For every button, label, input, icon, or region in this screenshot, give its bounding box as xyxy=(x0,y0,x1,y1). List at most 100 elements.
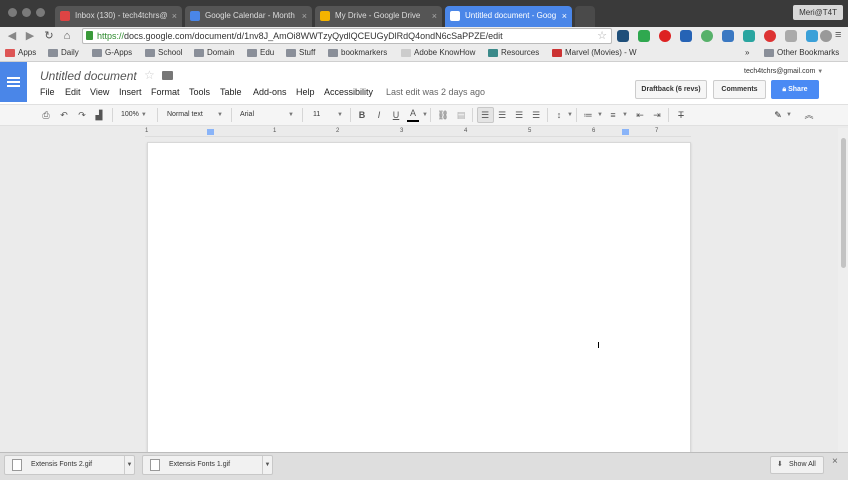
chevron-down-icon[interactable]: ▼ xyxy=(786,112,792,118)
drive-extension-icon[interactable] xyxy=(638,30,650,42)
menu-help[interactable]: Help xyxy=(296,87,315,97)
align-center-icon[interactable]: ☰ xyxy=(496,108,508,122)
reload-icon[interactable]: ↻ xyxy=(42,29,56,43)
paragraph-style-select[interactable]: Normal text ▼ xyxy=(167,108,227,122)
profile-button[interactable]: Meri@T4T xyxy=(793,5,843,20)
home-icon[interactable]: ⌂ xyxy=(60,29,74,43)
pinterest-icon[interactable] xyxy=(659,30,671,42)
docs-home-icon[interactable] xyxy=(0,62,27,102)
chevron-down-icon[interactable]: ▼ xyxy=(124,456,134,474)
menu-edit[interactable]: Edit xyxy=(65,87,81,97)
minimize-window-icon[interactable] xyxy=(22,8,31,17)
menu-add-ons[interactable]: Add-ons xyxy=(253,87,287,97)
align-left-icon[interactable]: ☰ xyxy=(479,108,491,122)
menu-file[interactable]: File xyxy=(40,87,55,97)
bookmark-domain[interactable]: Domain xyxy=(194,46,235,60)
document-page[interactable] xyxy=(147,142,691,460)
forward-icon[interactable]: ▶ xyxy=(23,29,37,43)
paint-format-icon[interactable]: ▟ xyxy=(93,108,105,122)
clear-formatting-icon[interactable]: T xyxy=(675,108,687,122)
bookmark-g-apps[interactable]: G-Apps xyxy=(92,46,132,60)
new-tab-button[interactable] xyxy=(575,6,595,27)
bookmark-resources[interactable]: Resources xyxy=(488,46,539,60)
chevron-down-icon[interactable]: ▼ xyxy=(422,112,428,118)
justify-icon[interactable]: ☰ xyxy=(530,108,542,122)
bookmark-star-icon[interactable]: ☆ xyxy=(597,29,607,43)
ruler[interactable]: 1 1 2 3 4 5 6 7 xyxy=(145,128,691,137)
bulleted-list-icon[interactable]: ≡ xyxy=(607,108,619,122)
close-tab-icon[interactable]: × xyxy=(172,6,177,26)
left-indent-marker[interactable] xyxy=(207,129,214,135)
link-icon[interactable]: ⛓ xyxy=(437,108,449,122)
chevron-down-icon[interactable]: ▼ xyxy=(597,112,603,118)
bookmark-bookmarkers[interactable]: bookmarkers xyxy=(328,46,387,60)
close-tab-icon[interactable]: × xyxy=(302,6,307,26)
bookmark-marvel[interactable]: Marvel (Movies) - W xyxy=(552,46,642,60)
bold-button[interactable]: B xyxy=(356,108,368,122)
bookmarks-overflow[interactable]: » xyxy=(745,46,749,60)
text-color-button[interactable]: A xyxy=(407,108,419,122)
star-icon[interactable]: ☆ xyxy=(144,68,155,82)
scrollbar-thumb[interactable] xyxy=(841,138,846,268)
bookmark-stuff[interactable]: Stuff xyxy=(286,46,315,60)
redo-icon[interactable]: ↷ xyxy=(76,108,88,122)
maximize-window-icon[interactable] xyxy=(36,8,45,17)
chevron-down-icon[interactable]: ▼ xyxy=(567,112,573,118)
comment-icon[interactable]: ▤ xyxy=(455,108,467,122)
menu-accessibility[interactable]: Accessibility xyxy=(324,87,373,97)
download-item[interactable]: Extensis Fonts 2.gif ▼ xyxy=(4,455,135,475)
share-button[interactable]: 🔒︎ Share xyxy=(771,80,819,99)
close-tab-icon[interactable]: × xyxy=(432,6,437,26)
menu-view[interactable]: View xyxy=(90,87,109,97)
v-extension-icon[interactable] xyxy=(722,30,734,42)
account-email[interactable]: tech4tchrs@gmail.com ▼ xyxy=(744,68,823,75)
close-window-icon[interactable] xyxy=(8,8,17,17)
extension-icon[interactable] xyxy=(617,30,629,42)
decrease-indent-icon[interactable]: ⇤ xyxy=(634,108,646,122)
screen-extension-icon[interactable] xyxy=(806,30,818,42)
tab-docs[interactable]: Untitled document - Goog × xyxy=(445,6,572,27)
right-indent-marker[interactable] xyxy=(622,129,629,135)
other-bookmarks[interactable]: Other Bookmarks xyxy=(764,46,839,60)
chevron-down-icon[interactable]: ▼ xyxy=(622,112,628,118)
menu-table[interactable]: Table xyxy=(220,87,242,97)
close-tab-icon[interactable]: × xyxy=(562,6,567,26)
editing-mode-icon[interactable]: ✎ xyxy=(772,108,784,122)
red-extension-icon[interactable] xyxy=(764,30,776,42)
menu-format[interactable]: Format xyxy=(151,87,180,97)
align-right-icon[interactable]: ☰ xyxy=(513,108,525,122)
s-extension-icon[interactable] xyxy=(680,30,692,42)
draftback-button[interactable]: Draftback (6 revs) xyxy=(635,80,707,99)
show-all-downloads-button[interactable]: ⬇ Show All xyxy=(770,456,824,474)
tab-calendar[interactable]: Google Calendar - Month × xyxy=(185,6,312,27)
menu-tools[interactable]: Tools xyxy=(189,87,210,97)
bookmark-edu[interactable]: Edu xyxy=(247,46,274,60)
sync-icon[interactable] xyxy=(820,30,832,42)
font-size-select[interactable]: 11 ▼ xyxy=(313,108,345,122)
collapse-toolbar-icon[interactable]: ︽ xyxy=(803,108,815,122)
teal-extension-icon[interactable] xyxy=(743,30,755,42)
font-select[interactable]: Arial ▼ xyxy=(240,108,298,122)
folder-icon[interactable] xyxy=(162,71,173,80)
italic-button[interactable]: I xyxy=(373,108,385,122)
numbered-list-icon[interactable]: ≔ xyxy=(582,108,594,122)
back-icon[interactable]: ◀ xyxy=(5,29,19,43)
bookmark-daily[interactable]: Daily xyxy=(48,46,79,60)
tab-drive[interactable]: My Drive - Google Drive × xyxy=(315,6,442,27)
menu-icon[interactable]: ≡ xyxy=(835,29,841,41)
download-item[interactable]: Extensis Fonts 1.gif ▼ xyxy=(142,455,273,475)
url-input[interactable]: https://docs.google.com/document/d/1nv8J… xyxy=(82,28,612,44)
line-spacing-icon[interactable]: ↕ xyxy=(553,108,565,122)
increase-indent-icon[interactable]: ⇥ xyxy=(651,108,663,122)
bookmark-apps[interactable]: Apps xyxy=(5,46,36,60)
green-extension-icon[interactable] xyxy=(701,30,713,42)
undo-icon[interactable]: ↶ xyxy=(58,108,70,122)
comments-button[interactable]: Comments xyxy=(713,80,766,99)
document-title[interactable]: Untitled document xyxy=(40,69,137,83)
bookmark-adobe[interactable]: Adobe KnowHow xyxy=(401,46,475,60)
chevron-down-icon[interactable]: ▼ xyxy=(262,456,272,474)
close-downloads-icon[interactable]: × xyxy=(832,456,838,467)
bookmark-school[interactable]: School xyxy=(145,46,182,60)
camera-extension-icon[interactable] xyxy=(785,30,797,42)
print-icon[interactable]: ⎙ xyxy=(40,108,52,122)
